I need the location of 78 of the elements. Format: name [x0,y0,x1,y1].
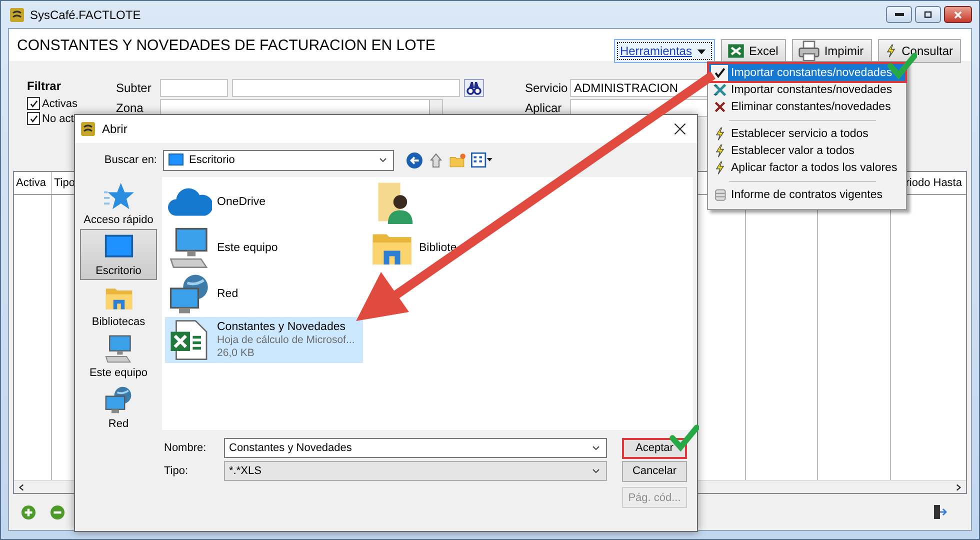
file-item[interactable]: Bibliote [367,225,565,271]
file-item[interactable]: Este equipo [165,225,363,271]
file-type-dropdown[interactable]: *.*XLS [224,461,607,481]
file-item[interactable]: Constantes y Novedades Hoja de cálculo de Microsof... 26,0 KB [165,317,363,363]
file-name: Este equipo [217,242,278,254]
field-label: Tipo: [164,465,190,477]
scroll-left-icon[interactable] [17,482,26,492]
back-icon[interactable] [406,152,423,168]
star-icon [104,181,134,211]
field-label: Zona [116,101,144,115]
checkbox[interactable] [27,97,40,110]
file-type: Hoja de cálculo de Microsof... [217,334,355,346]
sidebar-item[interactable]: Escritorio [80,229,157,280]
maximize-button[interactable] [915,6,941,23]
menu-item[interactable]: Aplicar factor a todos los valores [709,159,905,176]
checkbox[interactable] [27,112,40,125]
column-header: Activa [14,172,52,194]
up-icon[interactable] [428,152,444,168]
menu-item[interactable]: Informe de contratos vigentes [709,186,905,203]
input-field[interactable] [160,79,228,97]
spreadsheet-icon [712,82,726,96]
file-name: Bibliote [419,242,457,254]
minimize-icon [894,13,904,16]
check-icon [712,66,726,80]
input-field[interactable] [232,79,460,97]
search-button[interactable] [464,79,484,97]
exit-icon[interactable] [931,504,947,520]
field-label: Subter [116,81,152,95]
report-icon [712,188,726,202]
file-item[interactable]: Red [165,271,363,317]
app-icon [9,6,25,22]
file-name: OneDrive [217,196,266,208]
field-label: Aplicar [525,101,563,115]
remove-icon[interactable] [50,504,65,520]
delete-icon [712,100,726,114]
excel-button[interactable]: Excel [720,39,786,63]
desktop-icon [168,152,184,168]
filter-title: Filtrar [27,79,62,93]
page-title: CONSTANTES Y NOVEDADES DE FACTURACION EN LOTE [17,36,436,54]
file-name: Red [217,288,238,300]
network-icon [104,385,134,415]
menu-item[interactable]: Establecer valor a todos [709,142,905,159]
window-title: SysCafé.FACTLOTE [30,8,141,22]
file-name: Constantes y Novedades [217,321,346,333]
checkbox-label: Activas [42,98,78,110]
add-icon[interactable] [21,504,36,520]
field-label: Buscar en: [103,154,157,166]
menu-item[interactable]: Establecer servicio a todos [709,125,905,142]
location-dropdown[interactable]: Escritorio [163,150,394,170]
new-folder-icon[interactable] [449,152,466,168]
print-button[interactable]: Impimir [792,39,872,63]
field-label: Servicio [525,81,569,95]
tools-menu-button[interactable]: Herramientas [614,39,715,63]
menu-item[interactable]: Importar constantes/novedades [709,64,905,81]
app-icon [80,121,96,137]
file-name-field[interactable]: Constantes y Novedades [224,438,607,458]
dialog-button[interactable]: Aceptar [622,438,687,458]
field-label: Nombre: [164,442,208,454]
sidebar-item[interactable]: Acceso rápido [80,178,157,229]
spreadsheet-icon [726,42,745,60]
column-header: riodo Hasta [904,176,963,191]
sidebar-item[interactable]: Red [80,382,157,433]
sidebar-item[interactable]: Este equipo [80,331,157,382]
query-button[interactable]: Consultar [878,39,961,63]
checkbox-label: No act [42,112,74,124]
dialog-button[interactable]: Cancelar [622,460,687,482]
menu-item[interactable]: Eliminar constantes/novedades [709,98,905,115]
computer-icon [104,334,134,364]
close-button[interactable] [673,122,687,136]
file-item[interactable]: OneDrive [165,179,363,225]
dialog-title: Abrir [102,122,128,136]
scroll-right-icon[interactable] [954,482,963,492]
sidebar-item[interactable]: Bibliotecas [80,280,157,331]
maximize-icon [922,8,934,20]
close-button[interactable] [944,6,972,23]
close-icon [952,8,964,20]
file-size: 26,0 KB [217,347,256,359]
minimize-button[interactable] [886,6,912,23]
